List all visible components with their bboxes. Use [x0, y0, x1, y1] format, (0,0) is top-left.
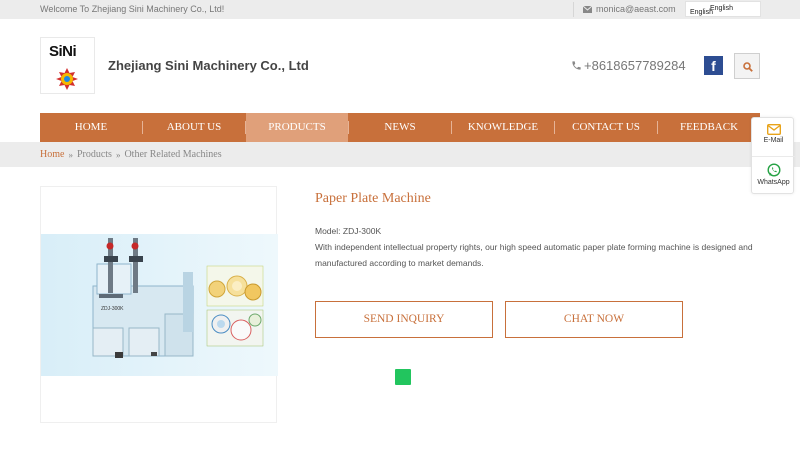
- whatsapp-contact-label: WhatsApp: [757, 179, 790, 186]
- status-indicator: [395, 369, 411, 385]
- whatsapp-contact-button[interactable]: WhatsApp: [752, 163, 795, 186]
- envelope-icon: [583, 5, 592, 13]
- phone-text: +8618657789284: [584, 58, 686, 73]
- top-bar: Welcome To Zhejiang Sini Machinery Co., …: [0, 0, 800, 19]
- nav-item-contact-us[interactable]: CONTACT US: [555, 113, 657, 142]
- breadcrumb-products[interactable]: Products: [77, 149, 112, 160]
- nav-item-feedback[interactable]: FEEDBACK: [658, 113, 760, 142]
- phone-number[interactable]: +8618657789284: [571, 58, 686, 73]
- breadcrumb-home[interactable]: Home: [40, 149, 64, 160]
- email-contact-button[interactable]: E-Mail: [752, 124, 795, 144]
- company-name: Zhejiang Sini Machinery Co., Ltd: [108, 58, 309, 73]
- language-option[interactable]: English: [710, 5, 733, 12]
- nav-item-about-us[interactable]: ABOUT US: [143, 113, 245, 142]
- mail-icon: [766, 124, 781, 135]
- send-inquiry-button[interactable]: SEND INQUIRY: [315, 301, 493, 338]
- floating-contact-panel: E-Mail WhatsApp: [751, 117, 795, 194]
- machine-label: ZDJ-300K: [101, 306, 124, 312]
- breadcrumb-current: Other Related Machines: [124, 149, 222, 160]
- facebook-icon[interactable]: f: [704, 56, 723, 75]
- main-nav: HOME ABOUT US PRODUCTS NEWS KNOWLEDGE CO…: [40, 113, 760, 148]
- panel-divider: [752, 156, 795, 157]
- product-model: Model: ZDJ-300K: [315, 226, 382, 236]
- welcome-text: Welcome To Zhejiang Sini Machinery Co., …: [40, 4, 225, 14]
- language-select[interactable]: English English: [685, 1, 761, 17]
- breadcrumb: Home » Products » Other Related Machines: [40, 149, 222, 160]
- product-image-frame[interactable]: ZDJ-300K: [40, 186, 278, 423]
- topbar-email-link[interactable]: monica@aeast.com: [583, 4, 676, 14]
- product-image: ZDJ-300K: [41, 234, 278, 376]
- phone-icon: [572, 61, 581, 70]
- search-button[interactable]: [734, 53, 760, 79]
- logo-text: SiNi: [49, 43, 77, 60]
- email-contact-label: E-Mail: [763, 137, 784, 144]
- whatsapp-icon: [766, 163, 781, 177]
- email-text: monica@aeast.com: [596, 4, 676, 14]
- topbar-divider: [573, 2, 574, 17]
- search-icon: [743, 62, 753, 72]
- product-title: Paper Plate Machine: [315, 191, 431, 206]
- logo-emblem-icon: [56, 68, 78, 90]
- chat-now-button[interactable]: CHAT NOW: [505, 301, 683, 338]
- nav-item-news[interactable]: NEWS: [349, 113, 451, 142]
- chevron-right-icon: »: [68, 149, 73, 160]
- product-description: With independent intellectual property r…: [315, 242, 753, 268]
- nav-item-products[interactable]: PRODUCTS: [246, 113, 348, 148]
- nav-item-home[interactable]: HOME: [40, 113, 142, 142]
- nav-item-knowledge[interactable]: KNOWLEDGE: [452, 113, 554, 142]
- site-logo[interactable]: SiNi: [40, 37, 95, 94]
- chevron-right-icon: »: [115, 149, 121, 160]
